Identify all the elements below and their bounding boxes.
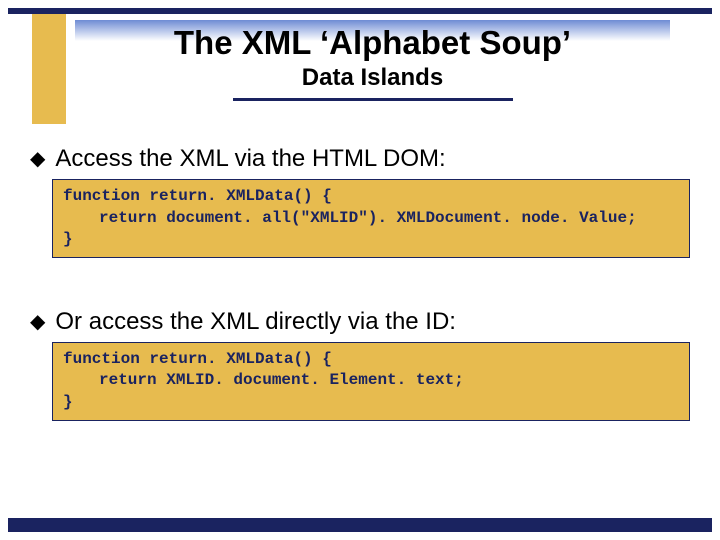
bullet-2: ◆ Or access the XML directly via the ID: (30, 308, 690, 336)
top-accent-bar (8, 8, 712, 14)
code-2-line-3: } (63, 393, 73, 411)
bullet-icon: ◆ (30, 149, 45, 169)
bullet-1-text: Access the XML via the HTML DOM: (55, 145, 445, 173)
slide-title: The XML ‘Alphabet Soup’ (75, 24, 670, 62)
code-1-line-3: } (63, 230, 73, 248)
slide-subtitle: Data Islands (75, 64, 670, 92)
spacer (30, 258, 690, 308)
content-area: ◆ Access the XML via the HTML DOM: funct… (30, 145, 690, 421)
code-2-line-2: return XMLID. document. Element. text; (63, 370, 679, 392)
code-2-line-1: function return. XMLData() { (63, 350, 332, 368)
title-area: The XML ‘Alphabet Soup’ Data Islands (75, 20, 670, 101)
bottom-accent-bar (8, 518, 712, 532)
code-box-2: function return. XMLData() { return XMLI… (52, 342, 690, 421)
gold-side-block (32, 14, 66, 124)
bullet-1: ◆ Access the XML via the HTML DOM: (30, 145, 690, 173)
code-1-line-1: function return. XMLData() { (63, 187, 332, 205)
title-underline (233, 98, 513, 101)
bullet-icon: ◆ (30, 312, 45, 332)
code-box-1: function return. XMLData() { return docu… (52, 179, 690, 258)
title-gradient: The XML ‘Alphabet Soup’ (75, 20, 670, 62)
bullet-2-text: Or access the XML directly via the ID: (55, 308, 456, 336)
code-1-line-2: return document. all("XMLID"). XMLDocume… (63, 208, 679, 230)
